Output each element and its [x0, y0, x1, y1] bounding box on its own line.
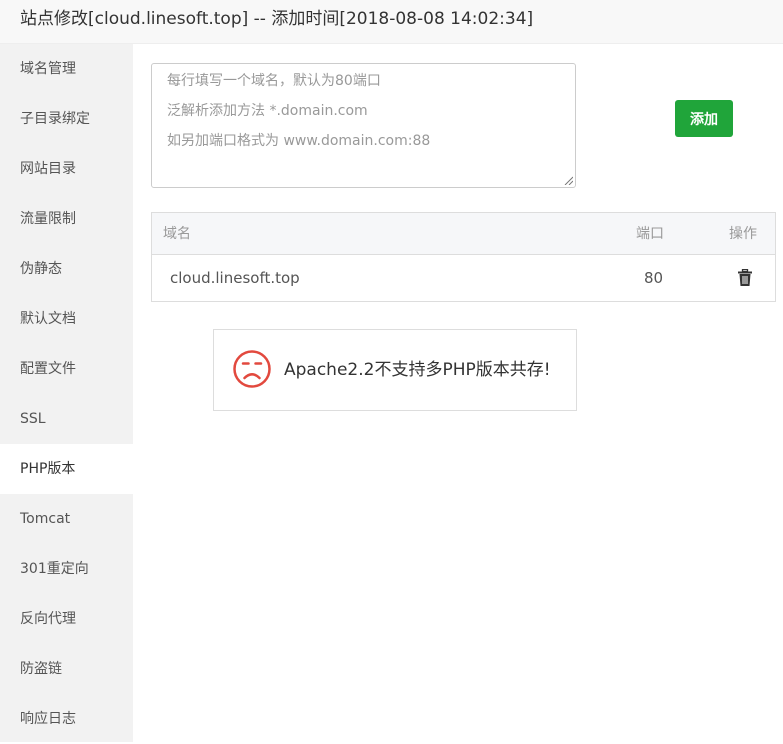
sidebar-item-hotlink-protection[interactable]: 防盗链 — [0, 644, 133, 694]
domain-table: 域名 端口 操作 cloud.linesoft.top 80 — [151, 212, 776, 302]
table-header: 域名 端口 操作 — [152, 213, 775, 255]
notice-message: Apache2.2不支持多PHP版本共存! — [284, 360, 551, 380]
sidebar-item-subdirectory-binding[interactable]: 子目录绑定 — [0, 94, 133, 144]
resize-grip-icon[interactable] — [563, 175, 573, 185]
sidebar-item-site-directory[interactable]: 网站目录 — [0, 144, 133, 194]
table-row: cloud.linesoft.top 80 — [152, 255, 775, 301]
sad-face-icon — [233, 350, 271, 388]
sidebar-item-domain-management[interactable]: 域名管理 — [0, 44, 133, 94]
sidebar-item-reverse-proxy[interactable]: 反向代理 — [0, 594, 133, 644]
title-bar: 站点修改[cloud.linesoft.top] -- 添加时间[2018-08… — [0, 0, 783, 44]
sidebar-item-tomcat[interactable]: Tomcat — [0, 494, 133, 544]
sidebar-item-response-log[interactable]: 响应日志 — [0, 694, 133, 744]
window-title: 站点修改[cloud.linesoft.top] -- 添加时间[2018-08… — [20, 9, 534, 29]
column-header-domain: 域名 — [163, 226, 191, 242]
sidebar-item-ssl[interactable]: SSL — [0, 394, 133, 444]
sidebar-item-config-file[interactable]: 配置文件 — [0, 344, 133, 394]
column-header-action: 操作 — [729, 226, 757, 242]
trash-icon[interactable] — [738, 269, 752, 286]
column-header-port: 端口 — [636, 226, 664, 242]
port-cell: 80 — [644, 269, 664, 287]
sidebar-item-301-redirect[interactable]: 301重定向 — [0, 544, 133, 594]
domain-placeholder-line-3: 如另加端口格式为 www.domain.com:88 — [167, 133, 431, 149]
sidebar-item-rewrite[interactable]: 伪静态 — [0, 244, 133, 294]
php-version-notice: Apache2.2不支持多PHP版本共存! — [213, 329, 577, 411]
add-domain-button[interactable]: 添加 — [675, 100, 733, 137]
domain-placeholder-line-2: 泛解析添加方法 *.domain.com — [167, 103, 368, 119]
sidebar-item-default-document[interactable]: 默认文档 — [0, 294, 133, 344]
sidebar-item-traffic-limit[interactable]: 流量限制 — [0, 194, 133, 244]
sidebar: 域名管理 子目录绑定 网站目录 流量限制 伪静态 默认文档 配置文件 SSL P… — [0, 44, 133, 742]
domain-placeholder-line-1: 每行填写一个域名，默认为80端口 — [167, 73, 381, 89]
sidebar-item-php-version[interactable]: PHP版本 — [0, 444, 133, 494]
domain-cell: cloud.linesoft.top — [170, 269, 300, 287]
